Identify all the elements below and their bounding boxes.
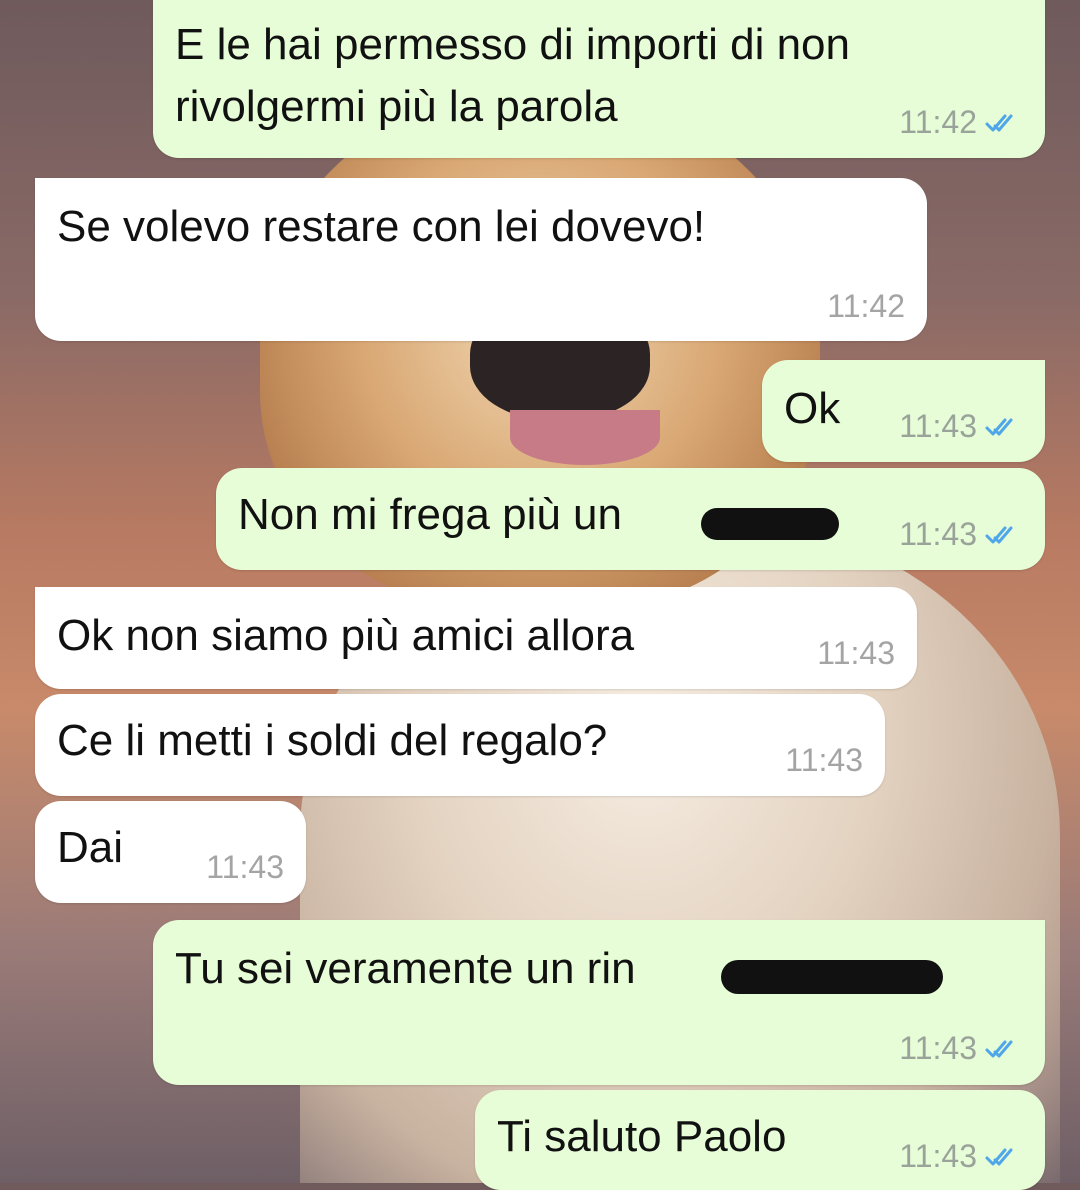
- message-meta: 11:43: [817, 635, 895, 672]
- message-outgoing[interactable]: Ok 11:43: [762, 360, 1045, 462]
- message-time: 11:43: [899, 516, 977, 552]
- message-text-line: Ok: [784, 384, 841, 433]
- censor-scribble: [701, 508, 839, 540]
- message-meta: 11:42: [827, 288, 905, 325]
- message-incoming[interactable]: Se volevo restare con lei dovevo! 11:42: [35, 178, 927, 341]
- double-check-icon: [985, 526, 1013, 543]
- message-incoming[interactable]: Ok non siamo più amici allora 11:43: [35, 587, 917, 689]
- message-meta: 11:43: [899, 516, 1023, 553]
- double-check-icon: [985, 114, 1013, 131]
- double-check-icon: [985, 418, 1013, 435]
- message-outgoing[interactable]: Non mi frega più un 11:43: [216, 468, 1045, 570]
- wallpaper-dog-tongue: [510, 410, 660, 465]
- message-meta: 11:43: [899, 408, 1023, 445]
- message-text-line: E le hai permesso di importi di non: [175, 20, 850, 69]
- message-time: 11:43: [899, 408, 977, 444]
- message-meta: 11:42: [899, 104, 1023, 141]
- double-check-icon: [985, 1040, 1013, 1057]
- message-text-line: Ti saluto Paolo: [497, 1112, 787, 1161]
- message-outgoing[interactable]: E le hai permesso di importi di non rivo…: [153, 0, 1045, 158]
- message-time: 11:43: [899, 1138, 977, 1174]
- double-check-icon: [985, 1148, 1013, 1165]
- message-text-line: Tu sei veramente un rin: [175, 944, 636, 993]
- message-meta: 11:43: [899, 1138, 1023, 1175]
- message-meta: 11:43: [206, 849, 284, 886]
- message-incoming[interactable]: Dai 11:43: [35, 801, 306, 903]
- message-incoming[interactable]: Ce li metti i soldi del regalo? 11:43: [35, 694, 885, 796]
- message-outgoing[interactable]: Tu sei veramente un rin 11:43: [153, 920, 1045, 1085]
- message-text-line: Se volevo restare con lei dovevo!: [57, 202, 706, 251]
- message-text-line: Dai: [57, 823, 124, 872]
- message-time: 11:42: [899, 104, 977, 140]
- message-meta: 11:43: [899, 1030, 1023, 1067]
- message-outgoing[interactable]: Ti saluto Paolo 11:43: [475, 1090, 1045, 1190]
- message-text-line: rivolgermi più la parola: [175, 82, 618, 131]
- censor-scribble: [721, 960, 943, 994]
- message-time: 11:43: [817, 635, 895, 671]
- message-time: 11:43: [785, 742, 863, 778]
- message-text-line: Ce li metti i soldi del regalo?: [57, 716, 608, 765]
- message-meta: 11:43: [785, 742, 863, 779]
- message-time: 11:42: [827, 288, 905, 324]
- message-time: 11:43: [206, 849, 284, 885]
- message-text-line: Ok non siamo più amici allora: [57, 611, 635, 660]
- message-time: 11:43: [899, 1030, 977, 1066]
- message-text-line: Non mi frega più un: [238, 490, 622, 539]
